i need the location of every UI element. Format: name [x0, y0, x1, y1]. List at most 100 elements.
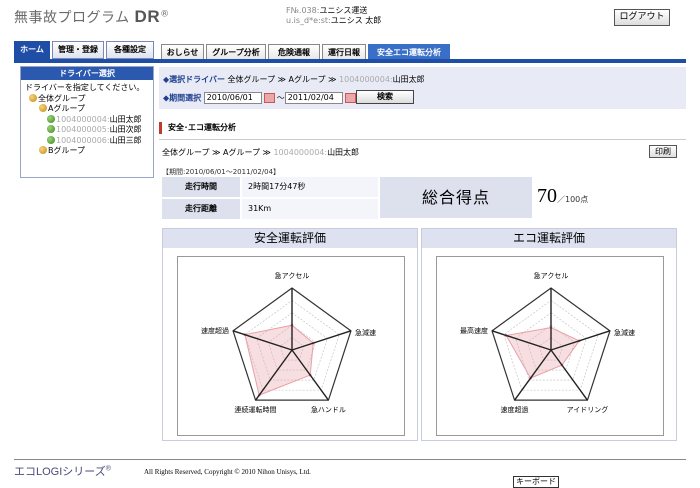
- driver-name: 山田次郎: [109, 125, 142, 134]
- distance-label: 走行距離: [162, 199, 240, 219]
- date-from-input[interactable]: 2010/06/01: [203, 92, 262, 104]
- section-divider: [159, 139, 686, 140]
- app-title-dr: DR: [134, 7, 161, 26]
- radar-axis-label: 急アクセル: [534, 271, 569, 280]
- path-separator: ≫: [212, 148, 221, 157]
- drive-time-value: 2時間17分47秒: [242, 177, 378, 197]
- print-button[interactable]: 印刷: [649, 145, 677, 158]
- tree-node-driver[interactable]: 1004000005:山田次郎: [25, 125, 153, 136]
- breadcrumb-item: 全体グループ: [162, 148, 210, 157]
- radar-axis-label: 速度超過: [501, 405, 529, 414]
- registered-mark: ®: [160, 9, 170, 20]
- total-score-label: 総合得点: [380, 177, 532, 218]
- driver-id: 1004000005:: [56, 125, 110, 134]
- group-icon: [39, 146, 47, 154]
- tab-settings[interactable]: 各種設定: [106, 41, 154, 59]
- tree-instruction: ドライバーを指定してください。: [25, 83, 145, 92]
- radar-svg: 急アクセル急減速アイドリング 速度超過 最高速度: [460, 271, 635, 414]
- user-name: ユニシス 太郎: [330, 16, 382, 25]
- radar-axis-label: 急減速: [355, 328, 376, 337]
- drive-time-label: 走行時間: [162, 177, 240, 197]
- period-row: ◆期間選択 2010/06/01 ～ 2011/02/04: [163, 92, 358, 104]
- tab-management[interactable]: 管理・登録: [52, 41, 104, 59]
- driver-icon: [47, 125, 55, 133]
- driver-icon: [47, 114, 55, 123]
- app-header: 無事故プログラム DR® F№.038:ユニシス運送 u.is_d*e:st:ユ…: [0, 0, 700, 36]
- path-separator: ≫: [328, 75, 337, 84]
- copyright: All Rights Reserved, Copyright © 2010 Ni…: [144, 468, 311, 476]
- logout-button[interactable]: ログアウト: [614, 9, 670, 26]
- breadcrumb: 全体グループ ≫ Aグループ ≫ 1004000004:山田太郎: [162, 147, 359, 158]
- date-range-tilde: ～: [276, 93, 285, 103]
- driver-name: 山田太郎: [109, 114, 142, 124]
- registered-mark: ®: [105, 465, 111, 473]
- company-name: ユニシス運送: [319, 6, 368, 15]
- driver-icon: [47, 135, 55, 144]
- total-score: 70／100点: [537, 185, 588, 208]
- tree-node-group-b[interactable]: Bグループ: [25, 146, 153, 157]
- safety-radar-chart: 急アクセル 急減速 急ハンドル 連続運転時間 速度超過: [177, 256, 405, 436]
- driver-name: 山田三郎: [109, 135, 142, 145]
- selected-driver-label: ◆選択ドライバー: [163, 75, 225, 84]
- driver-select-title: ドライバー選択: [21, 67, 153, 80]
- tree-node-label: Aグループ: [48, 104, 85, 113]
- tree-node-root[interactable]: 全体グループ: [25, 93, 153, 105]
- driver-tree: ドライバーを指定してください。 全体グループ Aグループ 1004000004:…: [21, 80, 153, 157]
- tab-home[interactable]: ホーム: [14, 41, 50, 59]
- footer-divider: [14, 459, 686, 460]
- main-content: ◆選択ドライバー 全体グループ ≫ Aグループ ≫ 1004000004:山田太…: [159, 65, 686, 443]
- eco-evaluation-title: エコ運転評価: [422, 229, 676, 248]
- total-score-unit: ／100点: [557, 195, 589, 204]
- tree-node-label: Bグループ: [48, 146, 86, 155]
- period-text: 【期間:2010/06/01～2011/02/04】: [162, 168, 281, 176]
- app-title-text: 無事故プログラム: [14, 10, 130, 26]
- eco-radar-chart: 急アクセル 急減速 アイドリング 速度超過 最高速度: [436, 256, 664, 436]
- driver-id: 1004000006:: [56, 135, 110, 145]
- safety-evaluation-panel: 安全運転評価 急アクセル 急減速 急ハンドル 連続運転時間 速度超過: [162, 228, 418, 441]
- breadcrumb-driver-id: 1004000004:: [273, 148, 328, 157]
- calendar-icon[interactable]: [344, 93, 356, 103]
- selected-driver-path-1: 全体グループ: [227, 75, 276, 84]
- radar-axis-label: 急アクセル: [275, 271, 310, 280]
- filter-panel: ◆選択ドライバー 全体グループ ≫ Aグループ ≫ 1004000004:山田太…: [159, 67, 686, 109]
- selected-driver-id: 1004000004:: [339, 75, 393, 84]
- breadcrumb-driver-name: 山田太郎: [327, 148, 360, 157]
- group-icon: [39, 104, 47, 112]
- selected-driver-name: 山田太郎: [392, 75, 425, 84]
- driver-id: 1004000004:: [56, 114, 110, 124]
- tree-node-driver[interactable]: 1004000006:山田三郎: [25, 135, 153, 147]
- tab-underline: [14, 59, 686, 63]
- brand-text: エコLOGIシリーズ: [14, 466, 106, 478]
- radar-svg: 急アクセル急減速急ハンドル 連続運転時間 速度超過: [201, 271, 376, 414]
- user-info: F№.038:ユニシス運送 u.is_d*e:st:ユニシス 太郎: [286, 6, 381, 26]
- tree-node-driver[interactable]: 1004000004:山田太郎: [25, 114, 153, 126]
- distance-value: 31Km: [242, 199, 378, 219]
- metrics-table: 走行時間 2時間17分47秒 走行距離 31Km 総合得点 70／100点: [162, 177, 677, 219]
- user-code: u.is_d*e:st:: [286, 16, 331, 25]
- radar-axis-label: 最高速度: [460, 326, 488, 335]
- safety-evaluation-title: 安全運転評価: [163, 229, 417, 248]
- footer-brand: エコLOGIシリーズ®: [14, 463, 111, 479]
- calendar-icon[interactable]: [263, 93, 275, 103]
- radar-series: [244, 324, 314, 396]
- keyboard-button[interactable]: キーボード: [513, 476, 559, 488]
- tree-node-label: 全体グループ: [38, 93, 86, 103]
- total-score-value: 70: [537, 185, 557, 207]
- driver-select-panel: ドライバー選択 ドライバーを指定してください。 全体グループ Aグループ 100…: [20, 66, 154, 178]
- breadcrumb-item: Aグループ: [223, 148, 260, 157]
- group-icon: [29, 93, 37, 102]
- section-title: 安全･エコ運転分析: [159, 122, 236, 134]
- selected-driver-row: ◆選択ドライバー 全体グループ ≫ Aグループ ≫ 1004000004:山田太…: [163, 74, 425, 85]
- radar-series: [505, 327, 581, 379]
- radar-spoke: [550, 349, 589, 401]
- selected-driver-path-2: Aグループ: [288, 75, 326, 84]
- tree-node-group-a[interactable]: Aグループ: [25, 104, 153, 115]
- radar-axis-label: 急ハンドル: [311, 405, 346, 414]
- radar-axis-label: 速度超過: [201, 326, 229, 335]
- date-to-input[interactable]: 2011/02/04: [284, 92, 343, 104]
- period-label: ◆期間選択: [163, 93, 202, 103]
- search-button[interactable]: 検索: [356, 90, 414, 104]
- radar-axis-label: アイドリング: [567, 405, 609, 414]
- path-separator: ≫: [277, 75, 286, 84]
- app-title: 無事故プログラム DR®: [14, 7, 170, 27]
